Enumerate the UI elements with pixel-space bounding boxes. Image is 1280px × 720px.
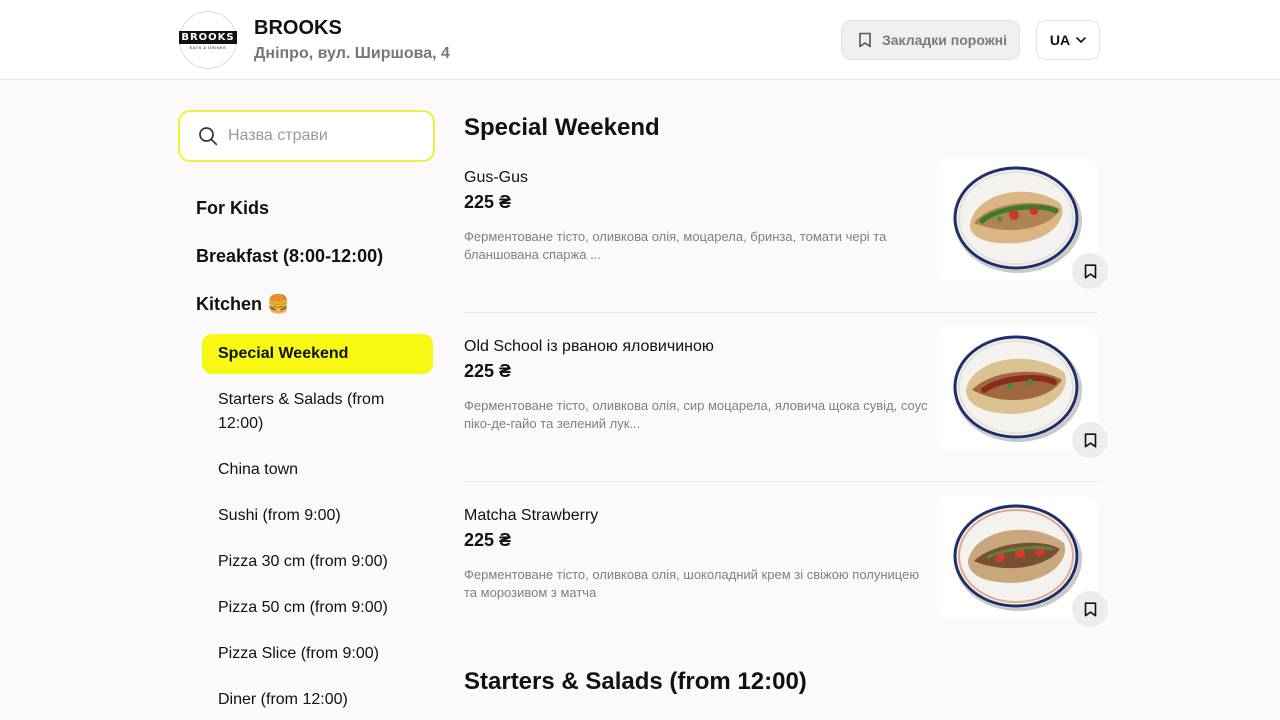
item-description: Ферментоване тісто, оливкова олія, сир м… — [464, 398, 928, 431]
subcategory-starters-salads[interactable]: Starters & Salads (from 12:00) — [218, 388, 418, 436]
language-selector[interactable]: UA — [1036, 20, 1100, 60]
item-divider — [464, 312, 1098, 313]
chevron-down-icon — [1076, 37, 1086, 43]
subcategory-label: Special Weekend — [218, 345, 349, 362]
menu-item[interactable]: Old School із рваною яловичиною 225 ₴ Фе… — [464, 327, 1109, 498]
item-price: 225 ₴ — [464, 361, 512, 381]
dish-search[interactable] — [178, 110, 435, 162]
section-title: Special Weekend — [464, 114, 660, 141]
category-breakfast[interactable]: Breakfast (8:00-12:00) — [196, 246, 383, 267]
brand-logo[interactable]: BROOKS EATS & DRINKS — [179, 11, 237, 69]
item-price: 225 ₴ — [464, 530, 512, 550]
category-for-kids[interactable]: For Kids — [196, 198, 269, 219]
item-name: Old School із рваною яловичиною — [464, 338, 714, 355]
restaurant-address: Дніпро, вул. Ширшова, 4 — [254, 45, 450, 62]
item-description: Ферментоване тісто, оливкова олія, моцар… — [464, 229, 887, 262]
menu-item[interactable]: Matcha Strawberry 225 ₴ Ферментоване тіс… — [464, 496, 1109, 667]
menu-item[interactable]: Gus-Gus 225 ₴ Ферментоване тісто, оливко… — [464, 158, 1109, 329]
bookmark-icon — [1084, 263, 1096, 278]
item-bookmark-button[interactable] — [1072, 422, 1108, 458]
subcategory-special-weekend[interactable]: Special Weekend — [202, 334, 433, 374]
category-kitchen[interactable]: Kitchen 🍔 — [196, 294, 289, 315]
item-bookmark-button[interactable] — [1072, 253, 1108, 289]
subcategory-sushi[interactable]: Sushi (from 9:00) — [218, 504, 418, 528]
subcategory-china-town[interactable]: China town — [218, 458, 418, 482]
search-input[interactable] — [228, 127, 418, 145]
bookmark-icon — [1084, 601, 1096, 616]
subcategory-pizza-slice[interactable]: Pizza Slice (from 9:00) — [218, 642, 418, 666]
logo-subtext: EATS & DRINKS — [189, 44, 227, 50]
item-price: 225 ₴ — [464, 192, 512, 212]
item-divider — [464, 481, 1098, 482]
header: BROOKS EATS & DRINKS BROOKS Дніпро, вул.… — [0, 0, 1280, 80]
search-icon — [199, 127, 218, 146]
bookmarks-button[interactable]: Закладки порожні — [841, 20, 1020, 60]
section-title: Starters & Salads (from 12:00) — [464, 668, 807, 695]
bookmarks-label: Закладки порожні — [882, 32, 1008, 48]
item-name: Matcha Strawberry — [464, 507, 599, 524]
subcategory-pizza-50[interactable]: Pizza 50 cm (from 9:00) — [218, 596, 418, 620]
item-description: Ферментоване тісто, оливкова олія, шокол… — [464, 567, 920, 600]
restaurant-name: BROOKS — [254, 17, 342, 39]
subcategory-pizza-30[interactable]: Pizza 30 cm (from 9:00) — [218, 550, 418, 574]
language-label: UA — [1049, 32, 1071, 48]
item-name: Gus-Gus — [464, 169, 529, 186]
bookmark-icon — [859, 32, 871, 48]
subcategory-diner[interactable]: Diner (from 12:00) — [218, 688, 418, 712]
item-bookmark-button[interactable] — [1072, 591, 1108, 627]
bookmark-icon — [1084, 432, 1096, 447]
logo-text: BROOKS — [179, 30, 237, 44]
